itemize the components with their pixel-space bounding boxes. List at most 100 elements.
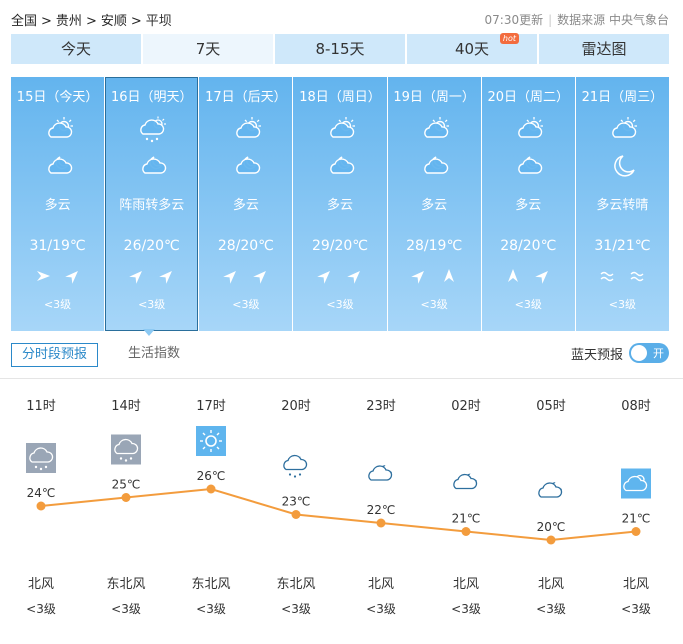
weather-desc: 多云 — [421, 198, 448, 213]
toggle-knob — [631, 345, 647, 361]
cloudy-night-icon — [453, 473, 478, 490]
hour-wind-dir: 北风 — [452, 577, 479, 592]
temp-label: 23℃ — [282, 495, 311, 509]
forecast-tabs: 今天 7天 8-15天 40天 hot 雷达图 — [11, 33, 669, 64]
partly-cloudy-icon — [576, 115, 669, 145]
day-date: 16日（明天） — [110, 90, 193, 105]
hour-time: 20时 — [281, 399, 311, 414]
temp-range: 26/20℃ — [123, 238, 180, 254]
hot-badge: hot — [499, 33, 519, 44]
bluesky-forecast: 蓝天预报 开 — [571, 343, 669, 363]
temp-point — [631, 527, 641, 536]
tab-40day[interactable]: 40天 hot — [407, 33, 537, 64]
weather-desc: 多云 — [515, 198, 542, 213]
toggle-text: 开 — [653, 347, 664, 360]
wind-arrow-icon — [629, 268, 645, 287]
day-card[interactable]: 19日（周一） 多云 28/19℃ <3级 — [387, 77, 481, 331]
hour-wind-level: <3级 — [621, 602, 651, 616]
detail-tabs: 分时段预报 生活指数 — [11, 343, 190, 367]
day-card[interactable]: 21日（周三） 多云转晴 31/21℃ <3级 — [575, 77, 669, 331]
temp-point — [206, 484, 216, 494]
temp-label: 25℃ — [112, 478, 141, 492]
partly-cloudy-icon — [482, 115, 575, 145]
day-card[interactable]: 15日（今天） 多云 31/19℃ <3级 — [11, 77, 105, 331]
wind-arrow-icon — [253, 268, 269, 288]
wind-arrow-icon — [505, 268, 521, 288]
hour-time: 14时 — [111, 399, 141, 414]
wind-direction — [199, 268, 292, 288]
shower-box-icon — [26, 443, 56, 473]
wind-direction — [293, 268, 386, 288]
temp-label: 22℃ — [367, 503, 396, 517]
weather-desc: 多云转晴 — [596, 198, 649, 213]
partly-cloudy-icon — [199, 115, 292, 145]
wind-arrow-icon — [128, 268, 145, 288]
tab-label: 雷达图 — [581, 40, 627, 58]
day-card[interactable]: 20日（周二） 多云 28/20℃ <3级 — [481, 77, 575, 331]
day-card[interactable]: 18日（周日） 多云 29/20℃ <3级 — [293, 77, 387, 331]
hour-wind-level: <3级 — [366, 602, 396, 616]
wind-direction — [11, 268, 104, 288]
hour-wind-level: <3级 — [196, 602, 226, 616]
day-card[interactable]: 16日（明天） 阵雨转多云 26/20℃ <3级 — [105, 77, 199, 331]
day-date: 18日（周日） — [299, 90, 381, 105]
tab-label: 8-15天 — [315, 40, 365, 58]
wind-arrow-icon — [599, 268, 615, 287]
tab-today[interactable]: 今天 — [11, 34, 141, 64]
data-source: 数据来源 中央气象台 — [557, 13, 669, 27]
hour-wind-level: <3级 — [536, 602, 566, 616]
hour-time: 02时 — [451, 399, 481, 414]
breadcrumb-city[interactable]: 安顺 — [101, 14, 127, 29]
tab-radar[interactable]: 雷达图 — [539, 34, 669, 64]
breadcrumb-separator: > — [85, 14, 97, 29]
breadcrumb-county: 平坝 — [145, 14, 172, 29]
day-date: 21日（周三） — [581, 90, 664, 105]
partly-cloudy-box-icon — [621, 468, 651, 499]
wind-direction — [105, 268, 198, 288]
wind-level: <3级 — [232, 298, 260, 311]
temp-label: 21℃ — [622, 512, 651, 526]
tab-label: 今天 — [60, 40, 91, 58]
tab-8-15day[interactable]: 8-15天 — [275, 34, 405, 64]
wind-arrow-icon — [347, 268, 363, 288]
hour-time: 11时 — [26, 399, 56, 414]
day-date: 19日（周一） — [393, 90, 475, 105]
tab-hourly-forecast[interactable]: 分时段预报 — [11, 343, 99, 367]
update-meta: 07:30更新 | 数据来源 中央气象台 — [485, 11, 669, 28]
cloudy-night-icon — [293, 151, 386, 181]
cloudy-night-icon — [199, 151, 292, 181]
wind-level: <3级 — [138, 298, 166, 311]
hour-wind-dir: 东北风 — [106, 577, 146, 592]
moon-icon — [576, 151, 669, 181]
weather-desc: 阵雨转多云 — [119, 198, 185, 213]
breadcrumb-province[interactable]: 贵州 — [56, 14, 82, 29]
temp-point — [291, 510, 301, 519]
cloudy-night-icon — [11, 151, 104, 181]
temp-label: 24℃ — [27, 486, 56, 500]
bluesky-label: 蓝天预报 — [570, 347, 623, 363]
wind-arrow-icon — [411, 268, 427, 288]
temp-point — [461, 527, 471, 536]
tab-7day[interactable]: 7天 — [143, 34, 273, 64]
wind-arrow-icon — [535, 268, 551, 288]
weather-desc: 多云 — [44, 198, 71, 213]
tab-life-index[interactable]: 生活指数 — [118, 343, 190, 367]
temp-point — [376, 518, 386, 528]
selected-day-caret — [143, 329, 155, 336]
wind-arrow-icon — [223, 268, 239, 288]
weather-desc: 多云 — [232, 198, 259, 213]
temp-label: 26℃ — [197, 469, 226, 483]
update-time: 07:30更新 — [484, 13, 544, 27]
partly-cloudy-icon — [388, 115, 481, 145]
bluesky-toggle[interactable]: 开 — [629, 343, 669, 363]
wind-level: <3级 — [43, 298, 72, 311]
wind-direction — [388, 268, 481, 288]
partly-cloudy-icon — [293, 115, 386, 145]
wind-direction — [482, 268, 575, 288]
hour-wind-level: <3级 — [26, 602, 56, 616]
day-card[interactable]: 17日（后天） 多云 28/20℃ <3级 — [199, 77, 293, 331]
hour-time: 05时 — [536, 399, 566, 414]
breadcrumb-country[interactable]: 全国 — [11, 14, 37, 29]
sunny-box-icon — [196, 426, 226, 456]
temp-label: 21℃ — [452, 512, 481, 526]
